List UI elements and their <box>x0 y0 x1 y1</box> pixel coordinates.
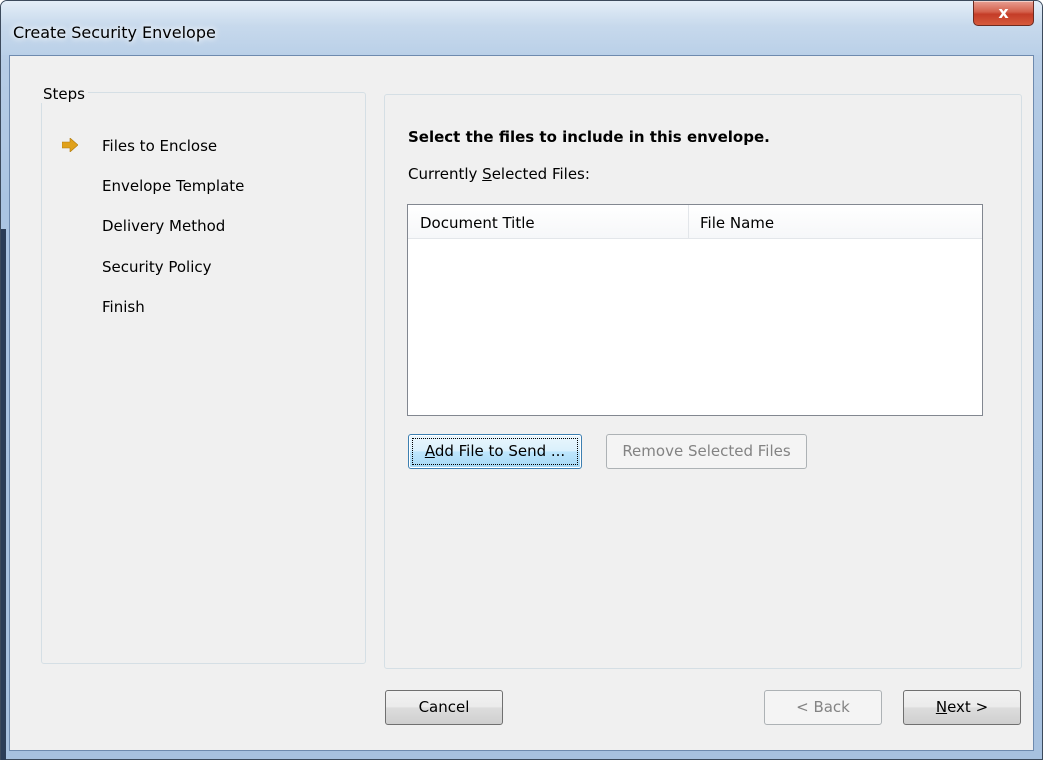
column-file-name[interactable]: File Name <box>700 214 774 232</box>
step-files-to-enclose: Files to Enclose <box>102 137 218 155</box>
remove-selected-files-button[interactable]: Remove Selected Files <box>606 434 807 469</box>
close-button[interactable]: x <box>973 1 1034 26</box>
step-finish: Finish <box>102 298 145 316</box>
right-arrow-icon <box>62 138 78 152</box>
next-button[interactable]: Next > <box>903 690 1021 725</box>
step-envelope-template: Envelope Template <box>102 177 245 195</box>
selected-files-label: Currently Selected Files: <box>408 165 590 183</box>
column-separator[interactable] <box>688 205 689 239</box>
title-bar[interactable]: Create Security Envelope x <box>1 1 1042 55</box>
file-list-header: Document Title File Name <box>408 205 982 239</box>
back-button[interactable]: < Back <box>764 690 882 725</box>
add-file-button[interactable]: Add File to Send ... <box>408 434 582 469</box>
close-icon: x <box>998 3 1009 22</box>
dialog-window: Create Security Envelope x Steps Files t… <box>0 0 1043 760</box>
steps-legend: Steps <box>40 85 88 103</box>
selected-files-list[interactable]: Document Title File Name <box>407 204 983 416</box>
step-security-policy: Security Policy <box>102 258 212 276</box>
instruction-text: Select the files to include in this enve… <box>408 128 770 146</box>
dialog-client-area: Steps Files to Enclose Envelope Template… <box>9 55 1034 751</box>
window-title: Create Security Envelope <box>13 23 216 42</box>
cancel-button[interactable]: Cancel <box>385 690 503 725</box>
column-document-title[interactable]: Document Title <box>420 214 535 232</box>
window-edge <box>1 229 6 760</box>
step-delivery-method: Delivery Method <box>102 217 226 235</box>
